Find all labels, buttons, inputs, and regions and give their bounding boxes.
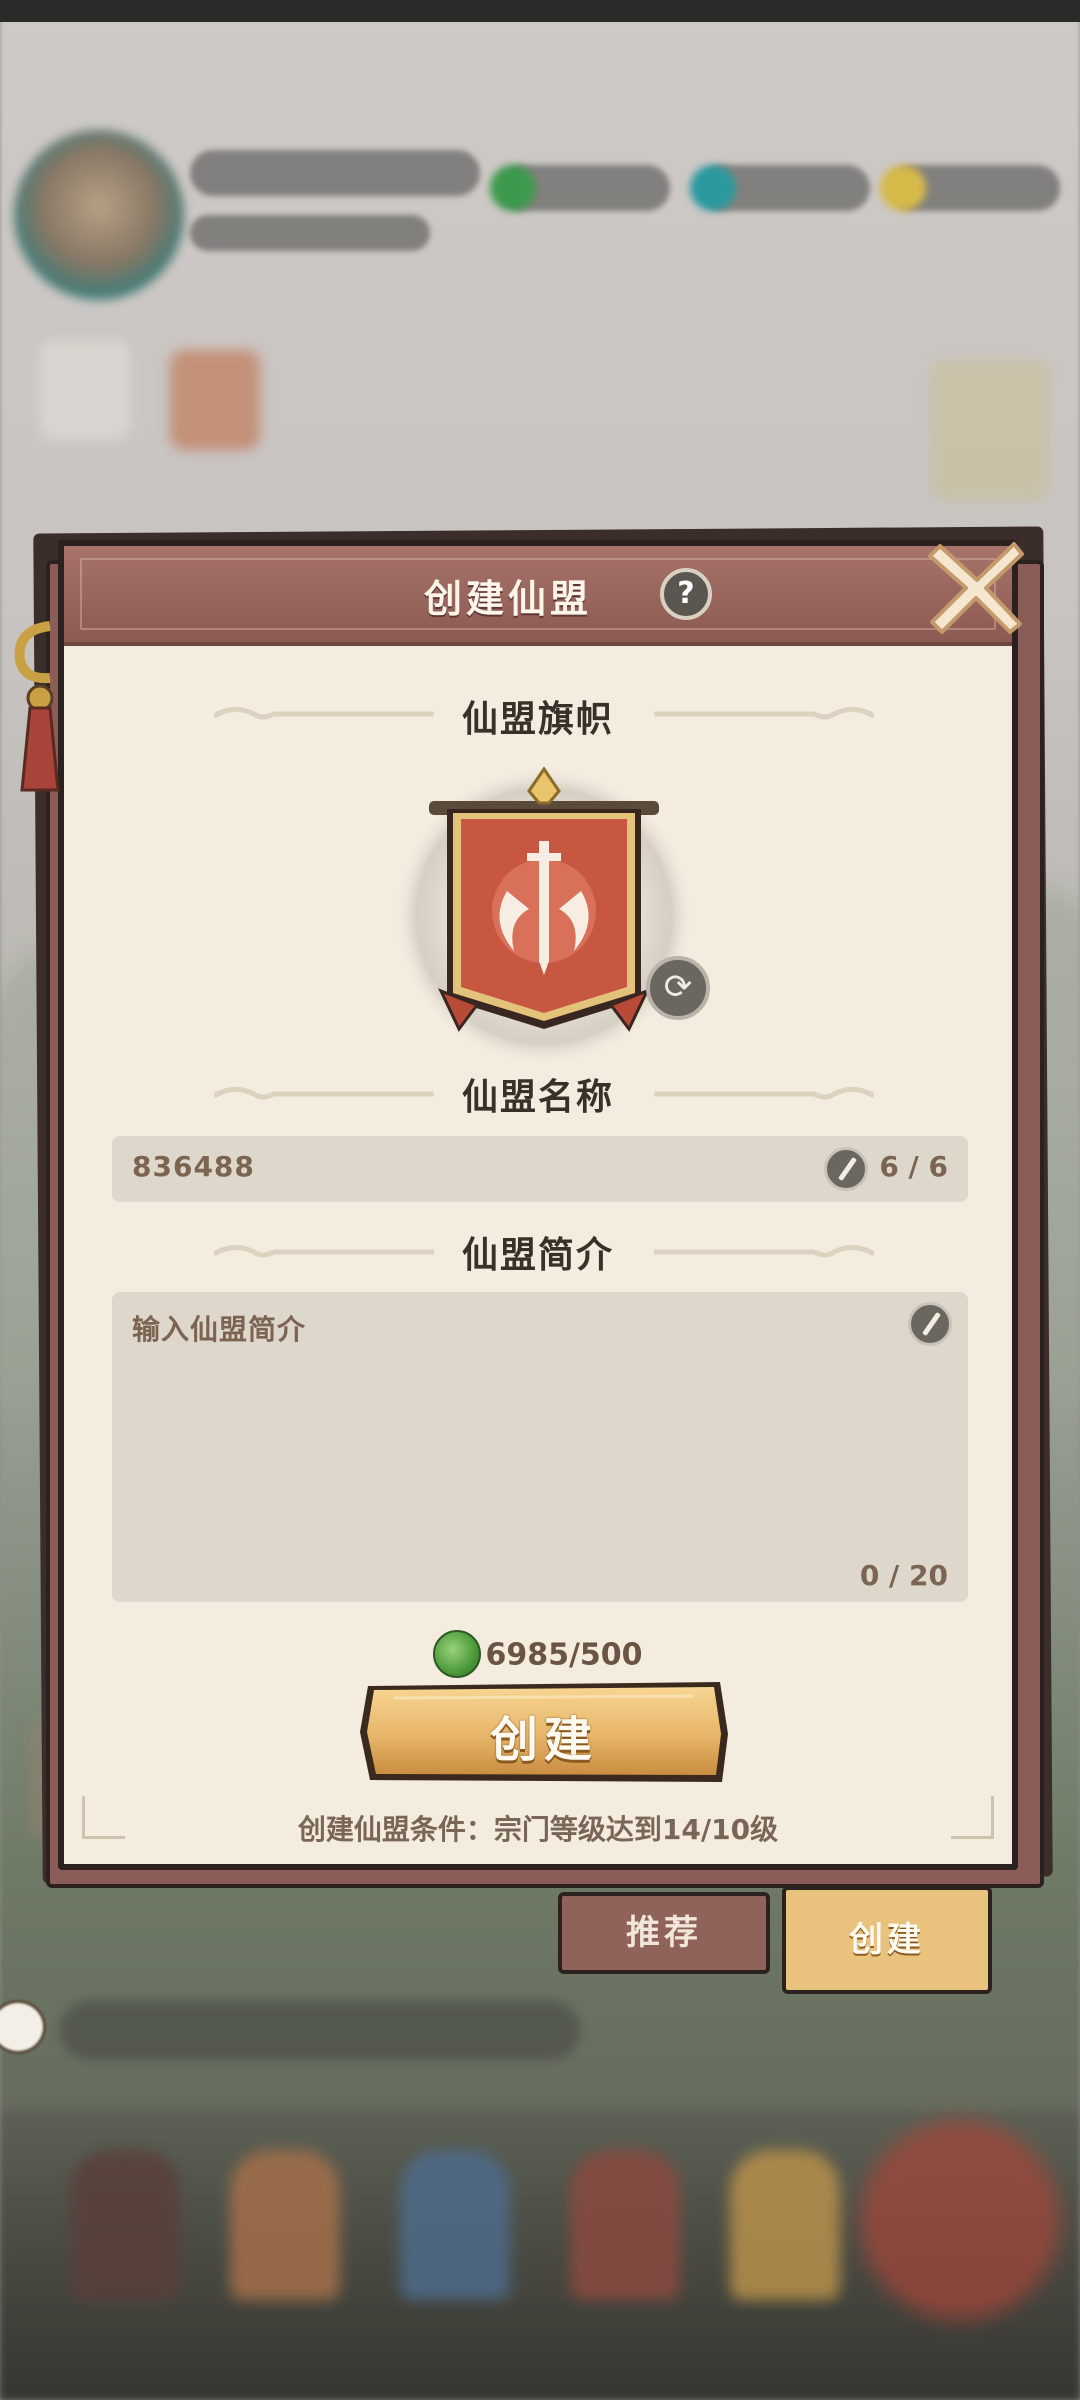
cloud-divider <box>654 707 874 720</box>
cloud-divider <box>654 1087 874 1100</box>
dialog-header: 创建仙盟 ? <box>64 546 1012 646</box>
side-menu-icon <box>930 360 1050 500</box>
status-bar <box>0 0 1080 22</box>
player-level-bar <box>190 215 430 251</box>
guild-name-value: 836488 <box>132 1150 255 1183</box>
edit-pen-icon[interactable] <box>824 1147 868 1191</box>
tab-recommend[interactable]: 推荐 <box>558 1892 770 1974</box>
character-icon <box>400 2150 510 2300</box>
close-x-icon[interactable] <box>922 532 1032 642</box>
refresh-icon[interactable]: ⟳ <box>646 956 710 1020</box>
character-icon <box>570 2150 680 2300</box>
intro-placeholder: 输入仙盟简介 <box>132 1313 307 1346</box>
guild-name-input[interactable]: 836488 6 / 6 <box>112 1136 968 1202</box>
side-menu-icon <box>170 350 260 450</box>
create-condition-text: 创建仙盟条件：宗门等级达到14/10级 <box>297 1813 779 1846</box>
cost-text: 6985/500 <box>485 1637 643 1673</box>
create-button-label: 创建 <box>489 1712 598 1768</box>
player-name-bar <box>190 150 480 196</box>
resource-icon <box>880 165 926 211</box>
guild-banner[interactable] <box>389 761 699 1071</box>
resource-icon <box>690 165 736 211</box>
character-icon <box>70 2150 180 2300</box>
player-avatar <box>14 130 184 300</box>
guild-intro-textarea[interactable]: 输入仙盟简介 0 / 20 <box>112 1292 968 1602</box>
help-icon[interactable]: ? <box>660 568 712 620</box>
jade-currency-icon <box>433 1630 482 1678</box>
character-icon <box>230 2150 340 2300</box>
intro-char-count: 0 / 20 <box>859 1559 948 1592</box>
tassel-ornament <box>14 621 60 792</box>
cloud-divider <box>654 1245 874 1258</box>
chat-strip <box>60 2000 580 2060</box>
character-icon <box>730 2150 840 2300</box>
create-cost: 6985/500 <box>64 1630 1012 1680</box>
side-menu-icon <box>40 340 130 440</box>
character-icon <box>860 2120 1060 2320</box>
name-char-count: 6 / 6 <box>879 1150 948 1183</box>
create-button[interactable]: 创建 <box>354 1676 734 1786</box>
resource-icon <box>490 165 536 211</box>
sword-banner-icon <box>394 766 694 1066</box>
create-guild-dialog: 创建仙盟 ? 仙盟旗帜 ⟳ 仙盟名称 836488 6 / 6 仙盟简介 输入仙… <box>58 540 1024 1870</box>
tab-create[interactable]: 创建 <box>782 1886 992 1994</box>
edit-pen-icon[interactable] <box>908 1302 952 1346</box>
dialog-title: 创建仙盟 <box>423 577 592 621</box>
